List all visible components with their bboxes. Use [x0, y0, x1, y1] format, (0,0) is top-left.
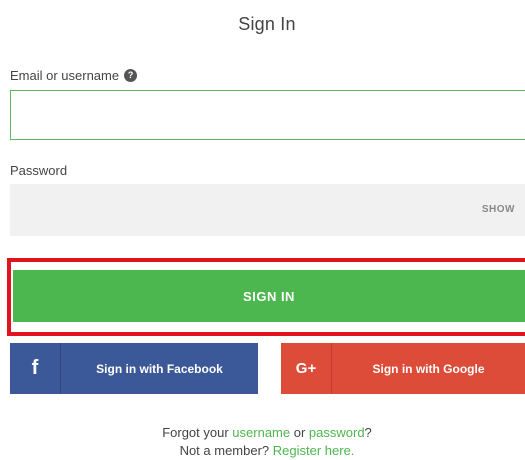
sign-in-button[interactable]: SIGN IN — [13, 270, 525, 322]
password-field-container: SHOW — [10, 184, 525, 236]
show-password-toggle[interactable]: SHOW — [482, 184, 515, 236]
email-label: Email or username — [10, 68, 120, 83]
footer-links: Forgot your username or password? Not a … — [0, 424, 525, 460]
forgot-prefix: Forgot your — [162, 425, 233, 440]
google-button-label: Sign in with Google — [372, 361, 485, 376]
facebook-button-label: Sign in with Facebook — [96, 361, 223, 376]
page-title: Sign In — [238, 14, 296, 34]
facebook-sign-in-button[interactable]: f Sign in with Facebook — [10, 343, 258, 394]
question-circle-icon[interactable]: ? — [124, 69, 138, 82]
email-label-row: Email or username ? — [10, 68, 138, 83]
forgot-suffix: ? — [364, 425, 372, 440]
google-sign-in-button[interactable]: G+ Sign in with Google — [281, 343, 525, 394]
email-field[interactable] — [10, 90, 525, 140]
google-plus-icon: G+ — [281, 343, 332, 394]
forgot-password-link[interactable]: password — [309, 425, 365, 440]
facebook-icon: f — [10, 343, 61, 394]
not-member-text: Not a member? — [179, 443, 273, 458]
register-link[interactable]: Register here. — [273, 443, 355, 458]
or-text: or — [290, 425, 309, 440]
password-field[interactable] — [10, 184, 460, 236]
register-line: Not a member? Register here. — [0, 442, 525, 460]
password-label: Password — [10, 163, 68, 178]
forgot-username-link[interactable]: username — [232, 425, 290, 440]
forgot-line: Forgot your username or password? — [0, 424, 525, 442]
